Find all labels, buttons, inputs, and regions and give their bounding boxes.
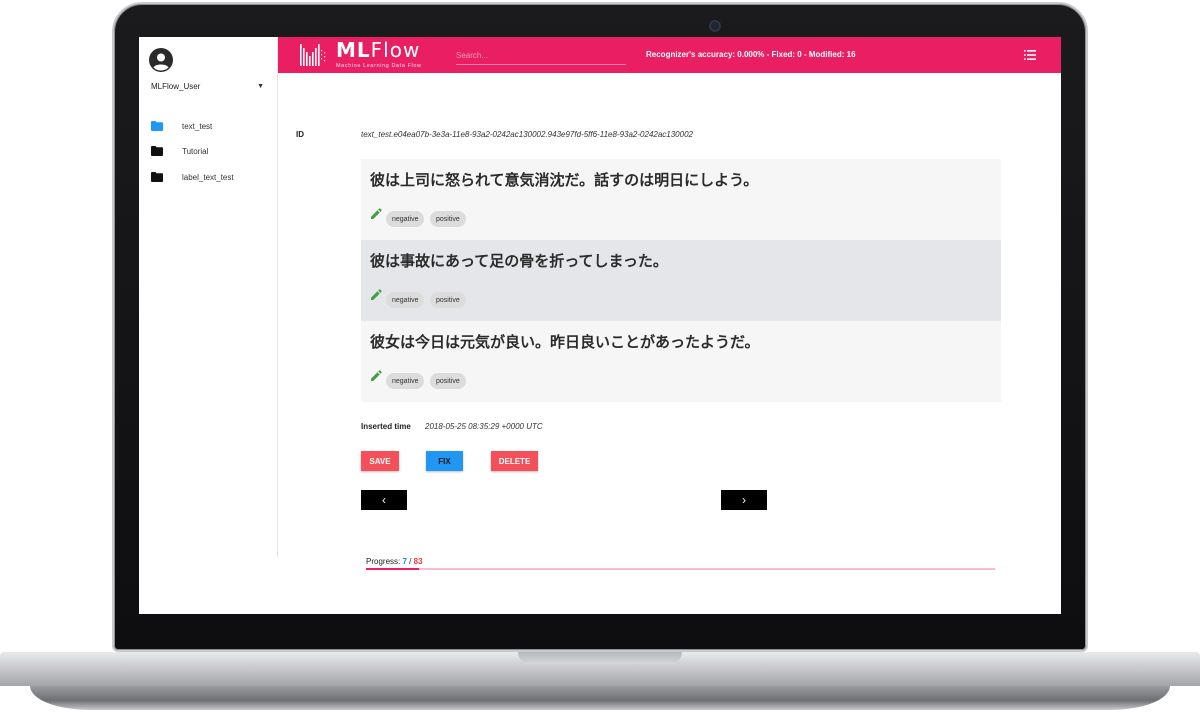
progress-total: 83 (413, 557, 423, 566)
account-circle-icon[interactable] (149, 48, 173, 72)
sentence-text: 彼は事故にあって足の骨を折ってしまった。 (370, 252, 668, 270)
sidebar-item-label: Tutorial (182, 146, 209, 156)
inserted-time-label: Inserted time (361, 422, 411, 431)
previous-button[interactable]: ‹ (361, 490, 407, 510)
inserted-time-value: 2018-05-25 08:35:29 +0000 UTC (425, 422, 543, 431)
top-app-bar: MLFlow Machine Learning Data Flow Recogn… (278, 37, 1061, 73)
sentence-card: 彼は事故にあって足の骨を折ってしまった。 negative positive (361, 240, 1001, 321)
label-chip-negative[interactable]: negative (386, 211, 425, 227)
laptop-base-bottom (30, 686, 1170, 710)
label-chip-positive[interactable]: positive (430, 292, 466, 308)
brand-flow: Flow (370, 38, 421, 62)
mlflow-logo-icon[interactable] (299, 40, 329, 70)
pencil-icon[interactable] (371, 289, 382, 300)
sidebar-item-tutorial[interactable]: Tutorial (151, 144, 271, 158)
label-chip-negative[interactable]: negative (386, 373, 425, 389)
pencil-icon[interactable] (371, 208, 382, 219)
sentence-text: 彼女は今日は元気が良い。昨日良いことがあったようだ。 (370, 333, 760, 351)
label-chip-positive[interactable]: positive (430, 211, 466, 227)
progress-text: Progress: (366, 557, 401, 566)
caret-down-icon: ▼ (257, 82, 264, 90)
brand-title: MLFlow (336, 38, 420, 62)
progress-current: 7 (402, 557, 407, 566)
next-button[interactable]: › (721, 490, 767, 510)
id-value: text_test.e04ea07b-3e3a-11e8-93a2-0242ac… (361, 130, 693, 139)
search-input[interactable] (456, 47, 626, 65)
user-menu[interactable]: MLFlow_User ▼ (151, 79, 264, 93)
fix-button[interactable]: FIX (426, 451, 463, 471)
pencil-icon[interactable] (371, 370, 382, 381)
app-screen: MLFlow_User ▼ text_test Tutorial label_t… (139, 37, 1061, 614)
laptop-notch (518, 652, 682, 664)
progress-bar-fill (366, 568, 419, 570)
progress-label: Progress: 7 / 83 (366, 557, 423, 566)
recognizer-stats: Recognizer's accuracy: 0.000% - Fixed: 0… (646, 50, 856, 59)
sidebar-item-label: label_text_test (182, 172, 234, 182)
sidebar-item-text-test[interactable]: text_test (151, 119, 271, 133)
chevron-left-icon: ‹ (382, 493, 386, 507)
brand-subtitle: Machine Learning Data Flow (336, 63, 422, 69)
sidebar: MLFlow_User ▼ text_test Tutorial label_t… (139, 37, 278, 557)
list-menu-icon[interactable] (1024, 50, 1036, 60)
delete-button[interactable]: DELETE (491, 451, 538, 471)
chevron-right-icon: › (742, 493, 746, 507)
label-chip-positive[interactable]: positive (430, 373, 466, 389)
label-chip-negative[interactable]: negative (386, 292, 425, 308)
sidebar-item-label: text_test (182, 121, 213, 131)
save-button[interactable]: SAVE (361, 451, 399, 471)
sentence-card: 彼は上司に怒られて意気消沈だ。話すのは明日にしよう。 negative posi… (361, 159, 1001, 240)
camera-icon (709, 20, 721, 32)
id-label: ID (296, 130, 304, 139)
sentence-text: 彼は上司に怒られて意気消沈だ。話すのは明日にしよう。 (370, 171, 759, 189)
sentence-list: 彼は上司に怒られて意気消沈だ。話すのは明日にしよう。 negative posi… (361, 159, 1001, 402)
brand-ml: ML (336, 38, 371, 62)
progress-separator: / (409, 557, 412, 566)
progress-bar (366, 568, 995, 570)
folder-icon (151, 172, 163, 182)
laptop-base (0, 652, 1200, 716)
sidebar-item-label-text-test[interactable]: label_text_test (151, 170, 271, 184)
sentence-card: 彼女は今日は元気が良い。昨日良いことがあったようだ。 negative posi… (361, 321, 1001, 402)
folder-icon (151, 121, 163, 131)
user-name: MLFlow_User (151, 81, 201, 91)
record-detail: ID text_test.e04ea07b-3e3a-11e8-93a2-024… (278, 73, 1061, 614)
folder-icon (151, 146, 163, 156)
